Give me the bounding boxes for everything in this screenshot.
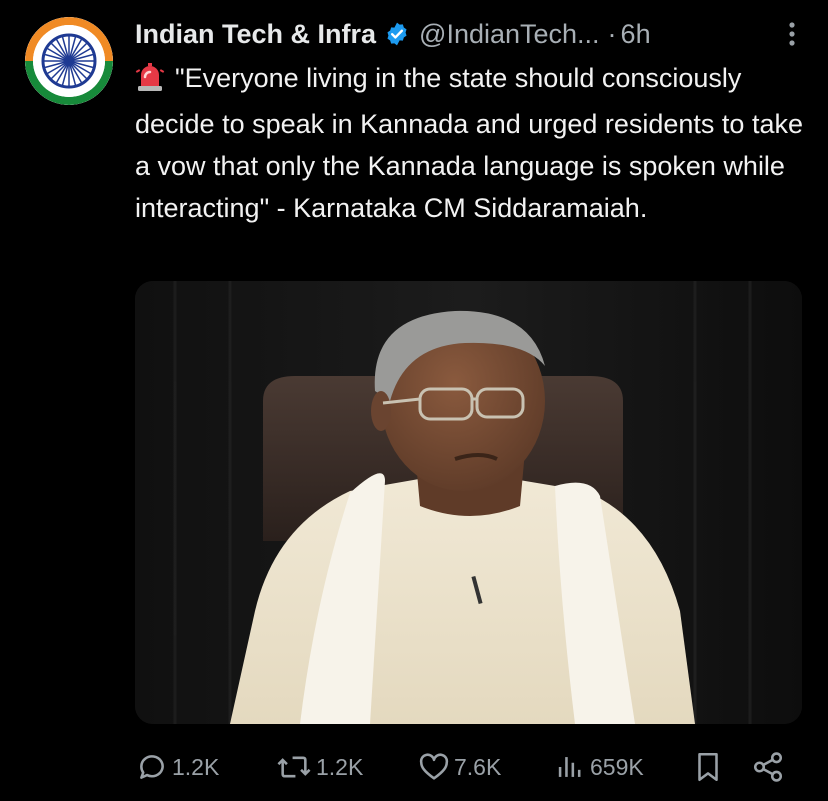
display-name[interactable]: Indian Tech & Infra <box>135 19 376 50</box>
separator-dot: · <box>607 18 617 49</box>
author-handle[interactable]: @IndianTech... <box>419 19 600 50</box>
reply-count: 1.2K <box>172 753 220 780</box>
views-button[interactable]: 659K <box>553 745 644 789</box>
bookmark-icon <box>698 752 718 782</box>
repost-count: 1.2K <box>316 753 364 780</box>
post-time[interactable]: 6h <box>621 19 651 50</box>
ashoka-chakra-icon <box>25 17 113 105</box>
bookmark-button[interactable] <box>693 745 726 789</box>
author-avatar[interactable] <box>25 17 113 105</box>
heart-icon <box>419 753 449 780</box>
repost-icon <box>277 756 311 778</box>
views-chart-icon <box>558 757 581 777</box>
like-button[interactable]: 7.6K <box>417 745 501 789</box>
tweet-body: "Everyone living in the state should con… <box>135 63 803 223</box>
view-count: 659K <box>590 753 644 780</box>
tweet-photo[interactable] <box>135 281 802 724</box>
more-options-icon[interactable] <box>783 18 801 50</box>
like-count: 7.6K <box>454 753 502 780</box>
police-light-siren-icon <box>135 61 165 103</box>
reply-icon <box>140 755 164 779</box>
share-icon <box>753 752 783 782</box>
share-button[interactable] <box>751 745 788 789</box>
action-bar: 1.2K 1.2K 7.6K 659K <box>135 745 795 789</box>
tweet-header: Indian Tech & Infra @IndianTech... · 6h <box>135 14 805 54</box>
reply-button[interactable]: 1.2K <box>135 745 219 789</box>
verified-badge-icon <box>384 21 410 47</box>
tweet-text: "Everyone living in the state should con… <box>135 57 805 229</box>
repost-button[interactable]: 1.2K <box>275 745 363 789</box>
photo-man-seated-in-chair <box>135 281 802 724</box>
